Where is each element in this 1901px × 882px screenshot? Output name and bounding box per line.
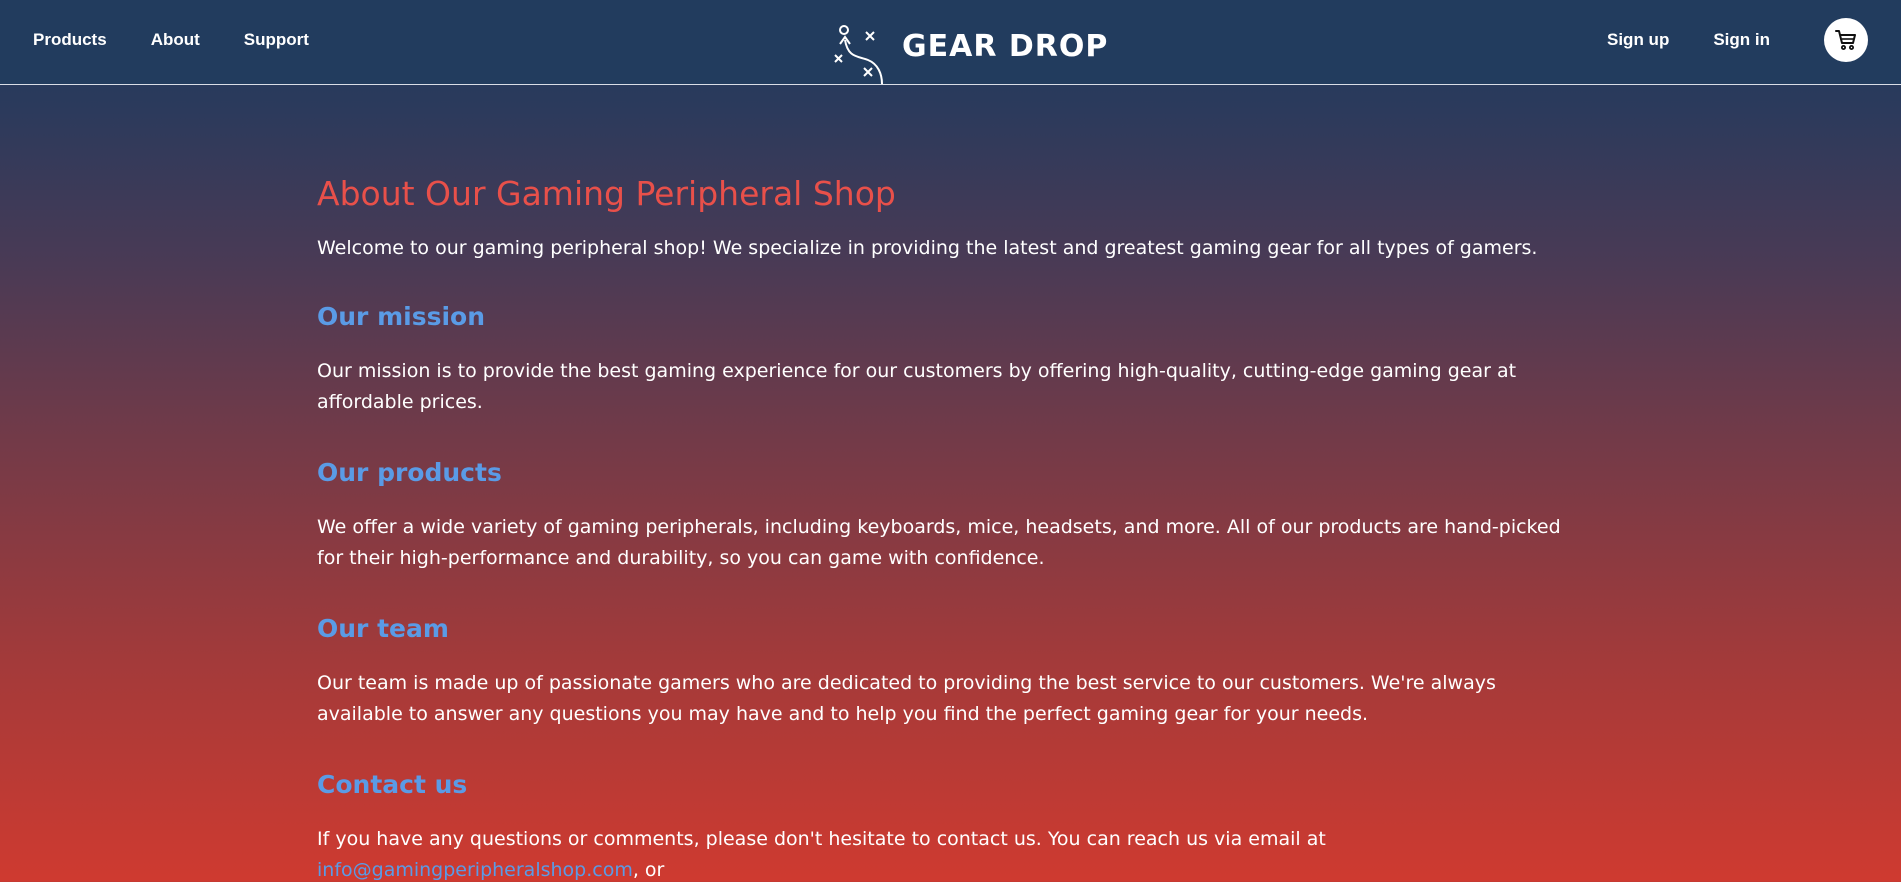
section-body-mission: Our mission is to provide the best gamin… <box>317 360 1517 413</box>
page-title: About Our Gaming Peripheral Shop <box>317 174 896 213</box>
cart-icon <box>1835 30 1856 50</box>
playbook-logo-icon <box>834 25 883 84</box>
section-heading-mission: Our mission <box>317 302 486 331</box>
sign-in-link[interactable]: Sign in <box>1713 30 1770 50</box>
sign-up-link[interactable]: Sign up <box>1607 30 1669 50</box>
intro-text: Welcome to our gaming peripheral shop! W… <box>317 237 1538 259</box>
contact-email-link[interactable]: info@gamingperipheralshop.com <box>317 859 633 881</box>
section-products: Our products We offer a wide variety of … <box>317 455 1587 574</box>
cart-button[interactable] <box>1824 18 1868 62</box>
nav-link-products[interactable]: Products <box>33 30 107 50</box>
account-nav: Sign up Sign in <box>1607 0 1868 80</box>
section-contact: Contact us If you have any questions or … <box>317 767 1587 882</box>
section-body-contact: If you have any questions or comments, p… <box>317 824 1587 882</box>
section-heading-products: Our products <box>317 458 502 487</box>
section-team: Our team Our team is made up of passiona… <box>317 611 1587 730</box>
section-mission: Our mission Our mission is to provide th… <box>317 299 1587 418</box>
logo-wordmark: GEAR DROP <box>902 28 1109 64</box>
section-body-team: Our team is made up of passionate gamers… <box>317 672 1496 725</box>
nav-link-about[interactable]: About <box>151 30 200 50</box>
section-heading-team: Our team <box>317 614 449 643</box>
primary-nav: Products About Support <box>33 0 309 80</box>
contact-text-suffix: , or <box>632 859 665 881</box>
section-body-products: We offer a wide variety of gaming periph… <box>317 516 1561 569</box>
top-navigation-bar: Products About Support GEAR DROP Sign up… <box>0 0 1901 85</box>
about-content: About Our Gaming Peripheral Shop Welcome… <box>317 170 1587 882</box>
contact-text-prefix: If you have any questions or comments, p… <box>317 828 1326 850</box>
nav-link-support[interactable]: Support <box>244 30 309 50</box>
section-heading-contact: Contact us <box>317 770 468 799</box>
site-logo[interactable]: GEAR DROP <box>828 18 1108 84</box>
